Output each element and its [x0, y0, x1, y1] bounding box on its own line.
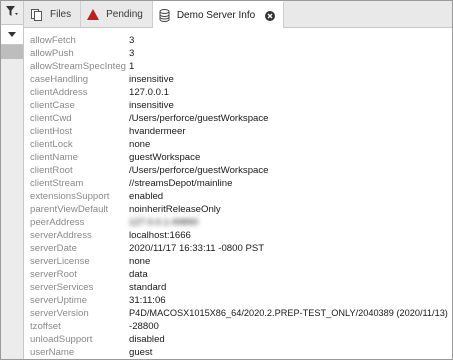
info-key: serverVersion [30, 308, 89, 319]
info-value: guest [129, 347, 153, 358]
info-row-serverAddress: serverAddress localhost:1666 [30, 229, 450, 242]
info-row-peerAddress: peerAddress 127.0.0.1:49890 [30, 216, 450, 229]
info-key: parentViewDefault [30, 204, 109, 215]
filter-button[interactable] [1, 1, 23, 25]
info-value: insensitive [129, 100, 174, 111]
tab-demo-server-info-label: Demo Server Info [176, 10, 256, 21]
view-dropdown-button[interactable] [1, 25, 23, 45]
info-value: 3 [129, 48, 135, 59]
info-key: serverUptime [30, 295, 88, 306]
database-icon [159, 9, 170, 22]
info-row-serverLicense: serverLicense none [30, 255, 450, 268]
info-value-redacted: 127.0.0.1:49890 [129, 217, 199, 228]
info-row-clientCase: clientCase insensitive [30, 99, 450, 112]
info-value: disabled [129, 334, 165, 345]
info-row-serverServices: serverServices standard [30, 281, 450, 294]
info-key: peerAddress [30, 217, 85, 228]
info-value: none [129, 139, 151, 150]
info-key: clientCase [30, 100, 75, 111]
info-key: clientCwd [30, 113, 72, 124]
tab-demo-server-info[interactable]: Demo Server Info [152, 1, 285, 28]
server-info-list: allowFetch 3 allowPush 3 allowStreamSpecIn… [30, 34, 450, 359]
filter-icon [5, 5, 19, 21]
tab-pending[interactable]: Pending [81, 1, 153, 27]
tab-pending-label: Pending [106, 8, 143, 20]
info-key: serverRoot [30, 269, 77, 280]
info-key: allowFetch [30, 35, 76, 46]
info-key: userName [30, 347, 75, 358]
info-value: /Users/perforce/guestWorkspace [129, 165, 269, 176]
info-row-extensionsSupport: extensionsSupport enabled [30, 190, 450, 203]
info-value: 3 [129, 35, 135, 46]
info-key: clientAddress [30, 87, 88, 98]
pending-warning-icon [87, 8, 100, 20]
info-key: allowPush [30, 48, 74, 59]
info-row-caseHandling: caseHandling insensitive [30, 73, 450, 86]
info-row-tzoffset: tzoffset -28800 [30, 320, 450, 333]
server-info-window: Files Pending Demo Server Info allowFetc… [0, 0, 453, 360]
info-row-allowStreamSpecInteg: allowStreamSpecInteg 1 [30, 60, 450, 73]
info-value: /Users/perforce/guestWorkspace [129, 113, 269, 124]
info-key: clientLock [30, 139, 73, 150]
info-value: data [129, 269, 148, 280]
info-key: clientHost [30, 126, 73, 137]
info-row-unloadSupport: unloadSupport disabled [30, 333, 450, 346]
tab-files[interactable]: Files [24, 1, 82, 27]
info-key: tzoffset [30, 321, 61, 332]
info-row-clientLock: clientLock none [30, 138, 450, 151]
info-row-allowFetch: allowFetch 3 [30, 34, 450, 47]
info-value: 31:11:06 [129, 295, 166, 306]
info-row-clientStream: clientStream //streamsDepot/mainline [30, 177, 450, 190]
info-value: P4D/MACOSX1015X86_64/2020.2.PREP-TEST_ON… [129, 308, 448, 318]
info-key: clientRoot [30, 165, 73, 176]
files-icon [30, 8, 43, 21]
info-value: -28800 [129, 321, 159, 332]
info-value: standard [129, 282, 167, 293]
tab-bar: Files Pending Demo Server Info [24, 1, 452, 28]
tab-files-label: Files [50, 8, 72, 20]
info-row-parentViewDefault: parentViewDefault noinheritReleaseOnly [30, 203, 450, 216]
info-value: hvandermeer [129, 126, 186, 137]
info-row-clientName: clientName guestWorkspace [30, 151, 450, 164]
info-key: extensionsSupport [30, 191, 110, 202]
info-key: serverServices [30, 282, 94, 293]
info-row-allowPush: allowPush 3 [30, 47, 450, 60]
info-value: 1 [129, 61, 135, 72]
info-value: 127.0.0.1 [129, 87, 170, 98]
info-row-serverUptime: serverUptime 31:11:06 [30, 294, 450, 307]
info-value: localhost:1666 [129, 230, 191, 241]
info-key: unloadSupport [30, 334, 93, 345]
info-row-serverVersion: serverVersion P4D/MACOSX1015X86_64/2020.2… [30, 307, 450, 320]
info-key: caseHandling [30, 74, 89, 85]
left-toolbar [1, 1, 24, 359]
info-value: none [129, 256, 151, 267]
info-row-userName: userName guest [30, 346, 450, 359]
info-row-serverRoot: serverRoot data [30, 268, 450, 281]
info-row-clientRoot: clientRoot/Users/perforce/guestWorkspace [30, 164, 450, 177]
info-value: 2020/11/17 16:33:11 -0800 PST [129, 243, 265, 254]
info-row-clientAddress: clientAddress 127.0.0.1 [30, 86, 450, 99]
info-row-serverDate: serverDate 2020/11/17 16:33:11 -0800 PST [30, 242, 450, 255]
chevron-down-icon [8, 29, 16, 40]
info-value: guestWorkspace [129, 152, 201, 163]
selected-row-indicator[interactable] [1, 45, 23, 59]
close-tab-icon[interactable] [265, 10, 276, 21]
info-key: serverDate [30, 243, 77, 254]
info-value: insensitive [129, 74, 174, 85]
info-row-clientCwd: clientCwd/Users/perforce/guestWorkspace [30, 112, 450, 125]
info-row-clientHost: clientHost hvandermeer [30, 125, 450, 138]
info-value: //streamsDepot/mainline [129, 178, 233, 189]
info-value: noinheritReleaseOnly [129, 204, 221, 215]
info-key: clientStream [30, 178, 84, 189]
info-key: serverLicense [30, 256, 90, 267]
info-key: serverAddress [30, 230, 92, 241]
info-value: enabled [129, 191, 164, 202]
info-key: clientName [30, 152, 78, 163]
info-key: allowStreamSpecInteg [30, 61, 126, 72]
